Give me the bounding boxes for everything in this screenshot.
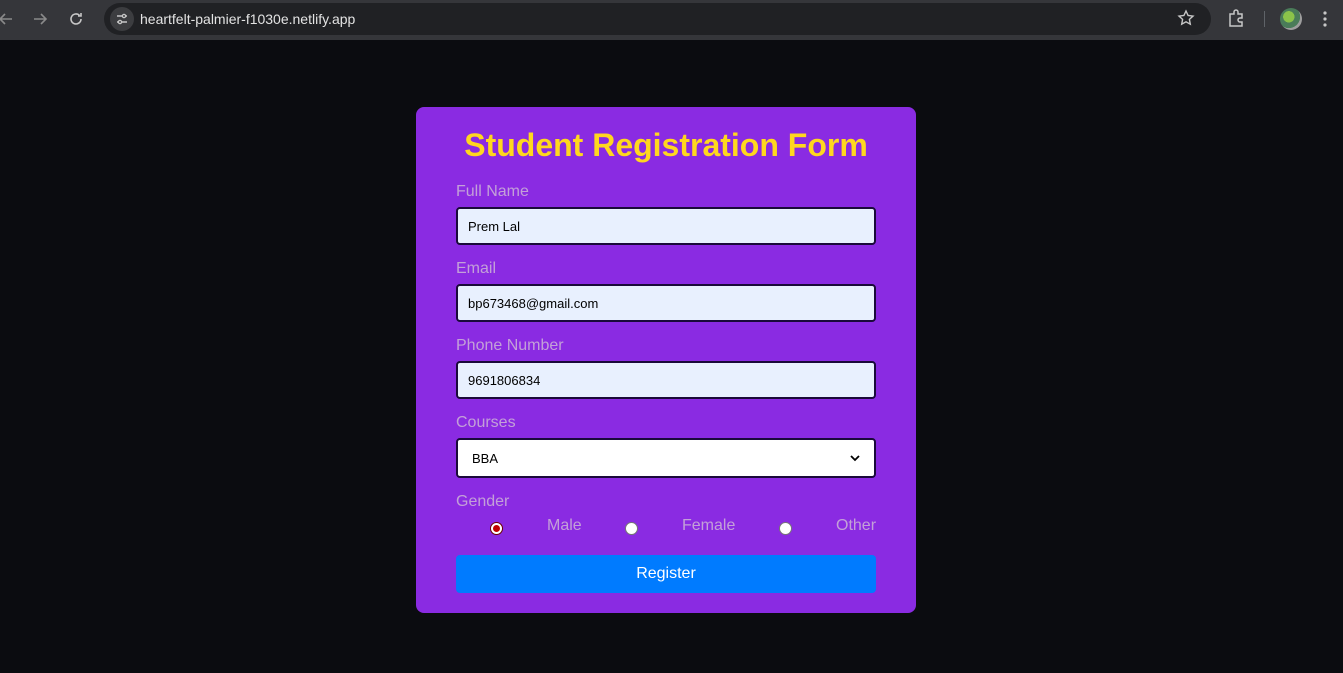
toolbar-divider bbox=[1264, 11, 1265, 27]
phone-label: Phone Number bbox=[456, 337, 564, 354]
full-name-input[interactable]: Prem Lal bbox=[456, 207, 876, 245]
browser-toolbar: heartfelt-palmier-f1030e.netlify.app bbox=[0, 0, 1343, 40]
phone-value: 9691806834 bbox=[468, 372, 541, 388]
email-value: bp673468@gmail.com bbox=[468, 295, 599, 311]
gender-radio-female[interactable] bbox=[625, 522, 638, 535]
courses-label: Courses bbox=[456, 414, 516, 431]
gender-label: Gender bbox=[456, 493, 510, 510]
url-text: heartfelt-palmier-f1030e.netlify.app bbox=[140, 11, 356, 27]
registration-card: Student Registration Form Full Name Prem… bbox=[416, 107, 916, 613]
courses-selected-value: BBA bbox=[472, 450, 499, 466]
back-icon[interactable] bbox=[0, 7, 18, 31]
email-input[interactable]: bp673468@gmail.com bbox=[456, 284, 876, 322]
full-name-value: Prem Lal bbox=[468, 218, 521, 234]
register-label: Register bbox=[636, 565, 696, 582]
register-button[interactable]: Register bbox=[456, 555, 876, 593]
gender-radio-other[interactable] bbox=[779, 522, 792, 535]
phone-input[interactable]: 9691806834 bbox=[456, 361, 876, 399]
profile-avatar[interactable] bbox=[1280, 8, 1302, 30]
courses-select[interactable]: BBA bbox=[456, 438, 876, 478]
address-bar[interactable]: heartfelt-palmier-f1030e.netlify.app bbox=[104, 3, 1211, 35]
gender-option-male: Male bbox=[547, 517, 582, 534]
gender-option-other: Other bbox=[836, 517, 877, 534]
email-label: Email bbox=[456, 260, 497, 277]
gender-radio-male[interactable] bbox=[490, 522, 503, 535]
chevron-down-icon bbox=[850, 455, 860, 462]
gender-option-female: Female bbox=[682, 517, 736, 534]
extensions-icon[interactable] bbox=[1226, 8, 1248, 30]
reload-icon[interactable] bbox=[64, 7, 88, 31]
form-title: Student Registration Form bbox=[464, 127, 868, 163]
full-name-label: Full Name bbox=[456, 183, 529, 200]
bookmark-star-icon[interactable] bbox=[1177, 9, 1197, 29]
forward-icon[interactable] bbox=[28, 7, 52, 31]
menu-dots-icon[interactable] bbox=[1322, 10, 1328, 28]
site-info-icon[interactable] bbox=[110, 7, 134, 31]
